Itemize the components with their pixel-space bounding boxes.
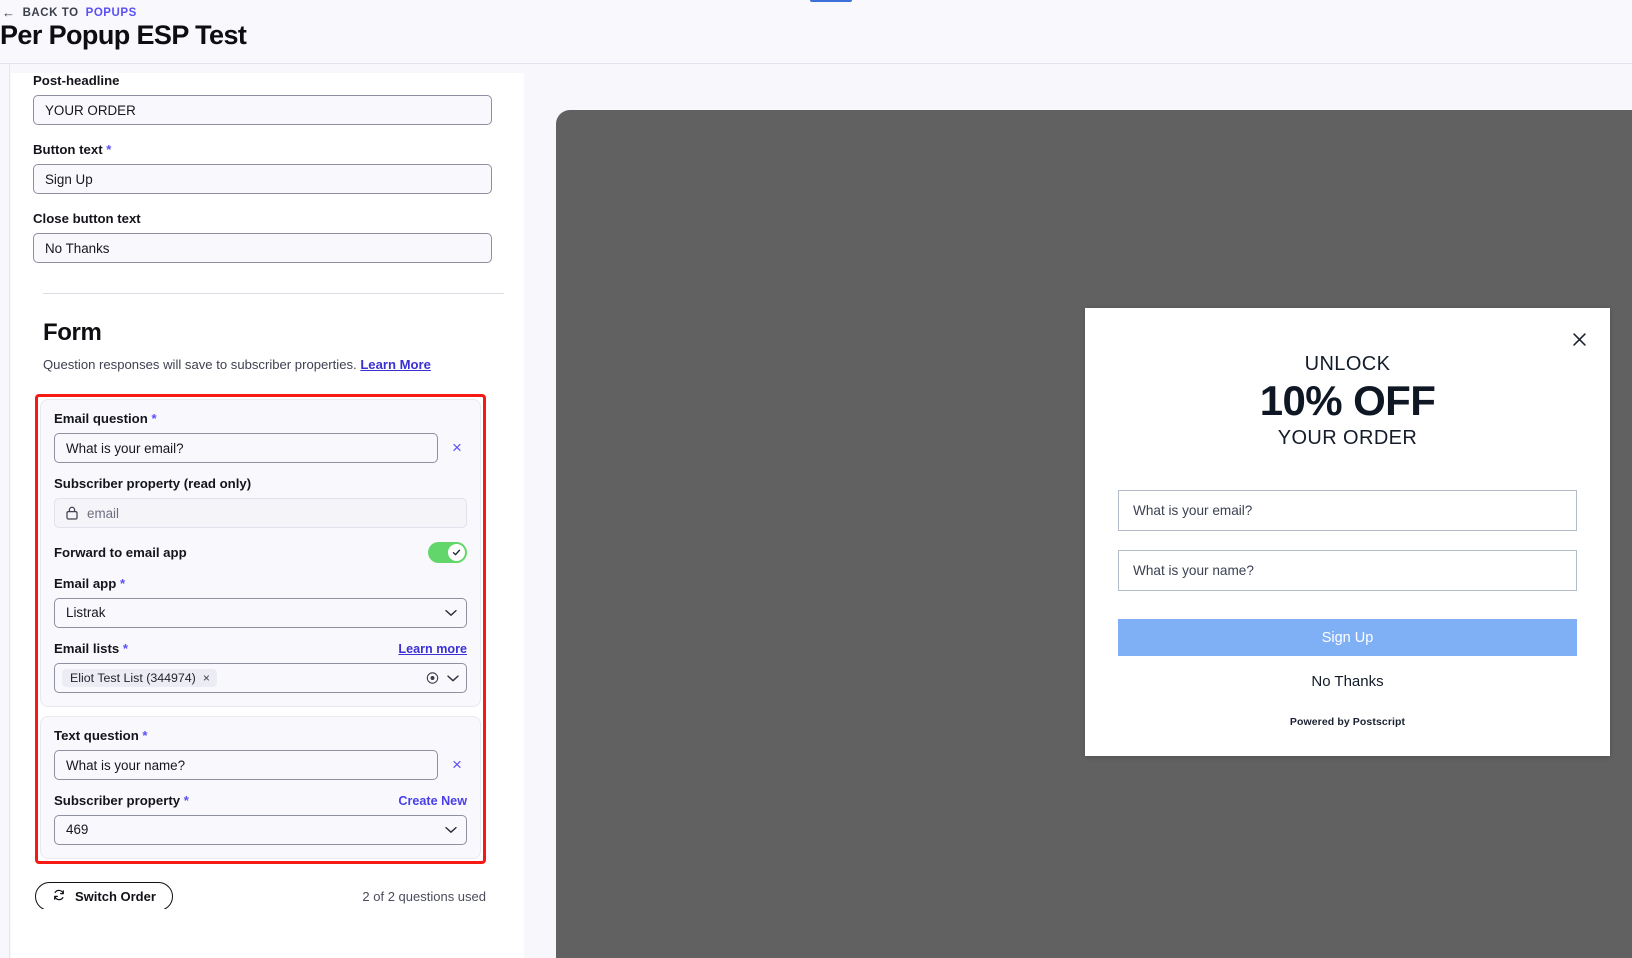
text-subscriber-property-group: Subscriber property * Create New 469 xyxy=(54,793,467,845)
app-root: ← BACK TO POPUPS Per Popup ESP Test Post… xyxy=(0,0,1632,958)
text-subscriber-property-label-text: Subscriber property xyxy=(54,793,180,808)
back-link-target: POPUPS xyxy=(86,7,137,19)
remove-text-question-button[interactable]: × xyxy=(447,755,467,775)
button-text-group: Button text * xyxy=(33,142,492,194)
back-link-prefix: BACK TO xyxy=(23,7,79,19)
switch-order-label: Switch Order xyxy=(75,889,156,904)
settings-card: Post-headline Button text * Close button… xyxy=(11,73,524,933)
button-text-input[interactable] xyxy=(33,164,492,194)
email-subscriber-property-readonly: email xyxy=(54,498,467,528)
email-question-card: Email question * × Subscriber property (… xyxy=(40,399,481,707)
text-subscriber-property-value: 469 xyxy=(66,822,88,837)
switch-order-button[interactable]: Switch Order xyxy=(35,882,173,911)
header-divider xyxy=(0,63,1632,64)
chevron-down-icon[interactable] xyxy=(447,674,459,682)
chevron-down-icon xyxy=(445,826,457,834)
email-list-chip-label: Eliot Test List (344974) xyxy=(70,671,196,685)
button-text-label-text: Button text xyxy=(33,142,103,157)
email-list-chip: Eliot Test List (344974) × xyxy=(62,669,217,687)
text-question-label: Text question * xyxy=(54,728,467,743)
popup-headline: 10% OFF xyxy=(1118,377,1577,424)
popup-post-headline: YOUR ORDER xyxy=(1118,427,1577,450)
clear-selection-icon[interactable] xyxy=(426,672,439,685)
email-app-group: Email app * Listrak xyxy=(54,576,467,628)
popup-pre-headline: UNLOCK xyxy=(1118,353,1577,375)
next-settings-card xyxy=(11,909,524,958)
form-section-description: Question responses will save to subscrib… xyxy=(43,357,492,372)
page-title: Per Popup ESP Test xyxy=(0,20,246,51)
chevron-down-icon xyxy=(445,609,457,617)
popup-preview: UNLOCK 10% OFF YOUR ORDER Sign Up No Tha… xyxy=(1085,308,1610,756)
text-subscriber-property-label-row: Subscriber property * Create New xyxy=(54,793,467,808)
learn-more-link[interactable]: Learn More xyxy=(360,357,431,372)
close-button-text-input[interactable] xyxy=(33,233,492,263)
lock-icon xyxy=(66,506,78,520)
required-asterisk: * xyxy=(184,793,189,808)
settings-panel: Post-headline Button text * Close button… xyxy=(11,64,524,958)
email-lists-label-text: Email lists xyxy=(54,641,119,656)
page-header: ← BACK TO POPUPS Per Popup ESP Test xyxy=(0,0,1632,64)
email-app-value: Listrak xyxy=(66,605,105,620)
required-asterisk: * xyxy=(120,576,125,591)
email-question-input[interactable] xyxy=(54,433,438,463)
questions-highlight-outline: Email question * × Subscriber property (… xyxy=(35,394,486,864)
popup-signup-button[interactable]: Sign Up xyxy=(1118,619,1577,656)
form-description-text: Question responses will save to subscrib… xyxy=(43,357,357,372)
email-lists-group: Email lists * Learn more Eliot Test List… xyxy=(54,641,467,693)
text-question-row: × xyxy=(54,750,467,780)
remove-email-question-button[interactable]: × xyxy=(447,438,467,458)
email-lists-label: Email lists * xyxy=(54,641,128,656)
questions-used-counter: 2 of 2 questions used xyxy=(362,889,486,904)
popup-email-input[interactable] xyxy=(1118,490,1577,531)
email-app-label-text: Email app xyxy=(54,576,116,591)
popup-content: UNLOCK 10% OFF YOUR ORDER Sign Up No Tha… xyxy=(1085,308,1610,728)
text-question-card: Text question * × Subscriber property * xyxy=(40,716,481,859)
popup-name-input[interactable] xyxy=(1118,550,1577,591)
required-asterisk: * xyxy=(106,142,111,157)
create-new-property-link[interactable]: Create New xyxy=(398,794,467,808)
close-button-text-label: Close button text xyxy=(33,211,492,226)
email-subscriber-property-label: Subscriber property (read only) xyxy=(54,476,467,491)
form-section-heading: Form xyxy=(43,319,492,347)
email-lists-learn-more-link[interactable]: Learn more xyxy=(398,642,467,656)
browser-tab-stub xyxy=(810,0,852,2)
text-subscriber-property-select[interactable]: 469 xyxy=(54,815,467,845)
email-question-label: Email question * xyxy=(54,411,467,426)
email-lists-actions xyxy=(426,672,459,685)
required-asterisk: * xyxy=(151,411,156,426)
post-headline-input[interactable] xyxy=(33,95,492,125)
text-subscriber-property-label: Subscriber property * xyxy=(54,793,189,808)
email-subscriber-property-value: email xyxy=(87,506,119,521)
email-question-label-text: Email question xyxy=(54,411,148,426)
text-question-input[interactable] xyxy=(54,750,438,780)
forward-to-email-app-label: Forward to email app xyxy=(54,545,187,560)
back-arrow-icon: ← xyxy=(2,6,16,19)
left-rail xyxy=(0,64,10,958)
popup-no-thanks-link[interactable]: No Thanks xyxy=(1118,673,1577,690)
email-question-row: × xyxy=(54,433,467,463)
forward-to-email-app-row: Forward to email app xyxy=(54,542,467,563)
text-question-label-text: Text question xyxy=(54,728,139,743)
email-app-select[interactable]: Listrak xyxy=(54,598,467,628)
required-asterisk: * xyxy=(123,641,128,656)
remove-email-list-chip-button[interactable]: × xyxy=(203,672,210,684)
popup-powered-by: Powered by Postscript xyxy=(1118,716,1577,728)
forward-to-email-app-toggle[interactable] xyxy=(428,542,467,563)
questions-footer: Switch Order 2 of 2 questions used xyxy=(35,882,486,911)
button-text-label: Button text * xyxy=(33,142,492,157)
email-lists-label-row: Email lists * Learn more xyxy=(54,641,467,656)
post-headline-label: Post-headline xyxy=(33,73,492,88)
back-to-popups-link[interactable]: ← BACK TO POPUPS xyxy=(2,6,137,19)
popup-preview-stage: UNLOCK 10% OFF YOUR ORDER Sign Up No Tha… xyxy=(556,110,1632,958)
email-lists-multiselect[interactable]: Eliot Test List (344974) × xyxy=(54,663,467,693)
section-divider xyxy=(43,293,504,294)
close-button-text-group: Close button text xyxy=(33,211,492,263)
switch-order-icon xyxy=(52,888,66,905)
email-subscriber-property-group: Subscriber property (read only) email xyxy=(54,476,467,528)
required-asterisk: * xyxy=(142,728,147,743)
popup-close-icon[interactable] xyxy=(1568,328,1590,350)
email-app-label: Email app * xyxy=(54,576,467,591)
toggle-knob xyxy=(448,544,465,561)
post-headline-group: Post-headline xyxy=(33,73,492,125)
